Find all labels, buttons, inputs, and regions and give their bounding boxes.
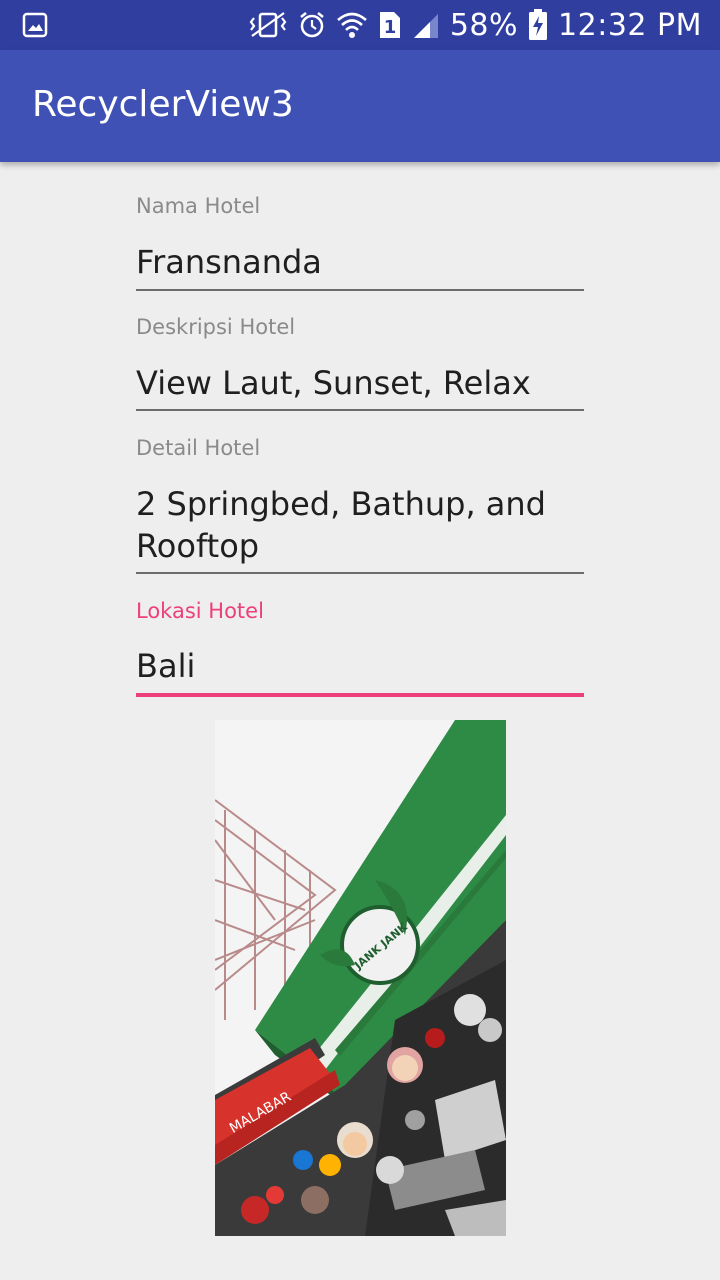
deskripsi-hotel-input[interactable]: View Laut, Sunset, Relax xyxy=(136,362,584,404)
alarm-icon xyxy=(300,12,324,38)
wifi-icon xyxy=(336,12,367,38)
detail-hotel-underline xyxy=(136,572,584,574)
app-title: RecyclerView3 xyxy=(32,84,294,125)
sim-slot-number: 1 xyxy=(384,17,397,38)
lokasi-hotel-input[interactable]: Bali xyxy=(136,645,584,687)
status-bar: 1 58% 12:32 PM xyxy=(0,0,720,50)
nama-hotel-label: Nama Hotel xyxy=(136,194,261,218)
clock: 12:32 PM xyxy=(558,7,702,43)
nama-hotel-input[interactable]: Fransnanda xyxy=(136,241,584,283)
sim-icon: 1 xyxy=(379,12,400,38)
signal-icon xyxy=(413,14,438,38)
lokasi-hotel-label: Lokasi Hotel xyxy=(136,599,264,623)
detail-hotel-input[interactable]: 2 Springbed, Bathup, and Rooftop xyxy=(136,483,584,567)
detail-hotel-field[interactable]: Detail Hotel 2 Springbed, Bathup, and Ro… xyxy=(136,436,584,578)
deskripsi-hotel-label: Deskripsi Hotel xyxy=(136,315,296,339)
lokasi-hotel-underline xyxy=(136,693,584,697)
detail-hotel-label: Detail Hotel xyxy=(136,436,261,460)
lokasi-hotel-field[interactable]: Lokasi Hotel Bali xyxy=(136,599,584,699)
deskripsi-hotel-underline xyxy=(136,409,584,411)
nama-hotel-field[interactable]: Nama Hotel Fransnanda xyxy=(136,194,584,294)
vibrate-icon xyxy=(249,12,287,38)
nama-hotel-underline xyxy=(136,289,584,291)
app-bar: RecyclerView3 xyxy=(0,50,720,162)
battery-charging-icon xyxy=(529,9,548,40)
deskripsi-hotel-field[interactable]: Deskripsi Hotel View Laut, Sunset, Relax xyxy=(136,315,584,415)
gallery-icon xyxy=(22,12,48,38)
hotel-photo: JANK JANK MALABAR xyxy=(215,720,506,1236)
battery-percent: 58% xyxy=(449,7,519,43)
